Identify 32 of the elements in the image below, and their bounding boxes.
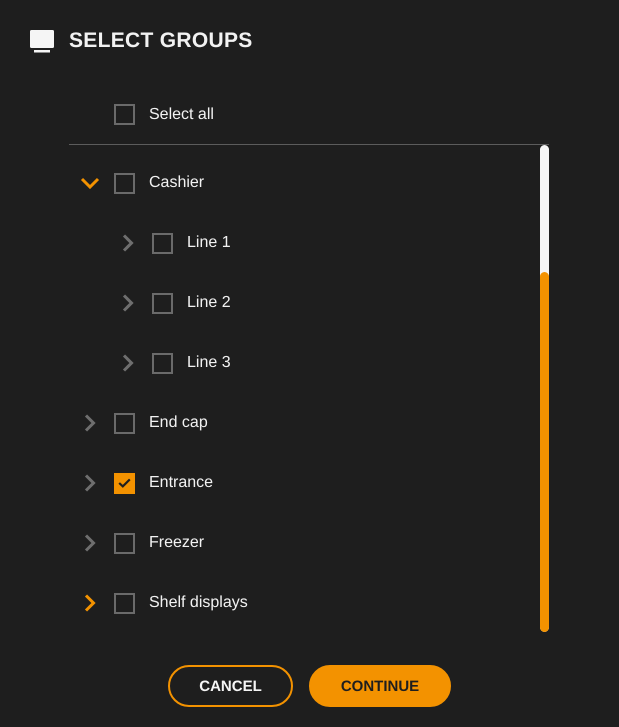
group-label: Shelf displays (149, 593, 248, 613)
continue-button[interactable]: CONTINUE (309, 665, 451, 707)
chevron-down-icon[interactable] (80, 177, 100, 189)
checkbox[interactable] (152, 292, 173, 314)
checkbox[interactable] (114, 472, 135, 494)
group-label: Cashier (149, 173, 204, 193)
checkbox[interactable] (114, 592, 135, 614)
dialog-title: SELECT GROUPS (69, 28, 253, 54)
checkbox[interactable] (114, 172, 135, 194)
checkbox[interactable] (152, 352, 173, 374)
chevron-right-icon[interactable] (84, 414, 96, 432)
group-label: Line 1 (187, 233, 231, 253)
chevron-right-icon[interactable] (122, 294, 134, 312)
checkbox[interactable] (152, 232, 173, 254)
group-label: Entrance (149, 473, 214, 493)
cancel-button[interactable]: CANCEL (168, 665, 293, 707)
checkbox[interactable] (114, 412, 135, 434)
group-label: End cap (149, 413, 208, 433)
chevron-right-icon[interactable] (84, 534, 96, 552)
chevron-right-icon[interactable] (122, 234, 134, 252)
scrollbar-thumb[interactable] (540, 272, 549, 632)
group-label: Line 2 (187, 293, 231, 313)
checkbox[interactable] (114, 532, 135, 554)
group-label: Freezer (149, 533, 204, 553)
monitor-icon (30, 30, 54, 52)
group-label: Line 3 (187, 353, 231, 373)
chevron-right-icon[interactable] (122, 354, 134, 372)
select-all-label: Select all (149, 104, 214, 124)
chevron-right-icon[interactable] (84, 594, 96, 612)
checkmark-icon (118, 478, 131, 488)
chevron-right-icon[interactable] (84, 474, 96, 492)
checkbox[interactable] (114, 104, 135, 125)
